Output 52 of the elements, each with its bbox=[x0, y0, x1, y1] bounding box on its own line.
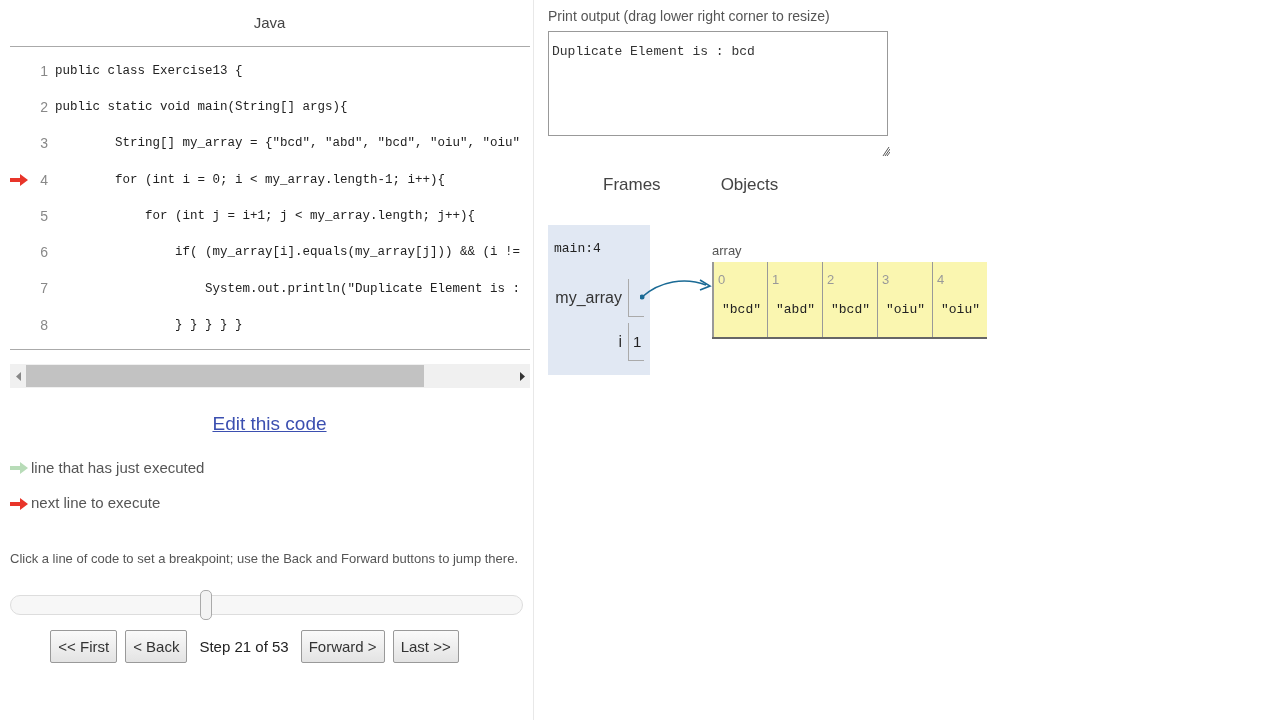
frames-heading: Frames bbox=[603, 174, 661, 196]
frame-name: main:4 bbox=[554, 239, 602, 258]
code-line[interactable]: for (int i = 0; i < my_array.length-1; i++){ bbox=[55, 170, 446, 190]
line-number: 6 bbox=[39, 243, 48, 263]
edit-code-link[interactable]: Edit this code bbox=[212, 410, 327, 439]
step-counter: Step 21 of 53 bbox=[198, 636, 290, 657]
variable-name: my_array bbox=[555, 288, 622, 308]
array-value: "oiu" bbox=[886, 300, 926, 319]
array-index: 2 bbox=[827, 271, 836, 289]
line-number: 5 bbox=[39, 206, 48, 226]
resize-handle-icon[interactable] bbox=[882, 146, 890, 156]
line-number: 2 bbox=[39, 97, 48, 117]
code-line[interactable]: public class Exercise13 { bbox=[55, 61, 243, 81]
step-slider[interactable] bbox=[10, 590, 523, 621]
variable-name: i bbox=[618, 332, 622, 352]
forward-button[interactable]: Forward > bbox=[300, 630, 385, 664]
legend-label: next line to execute bbox=[31, 493, 161, 514]
code-line[interactable]: } } } } } bbox=[55, 315, 243, 335]
line-number: 3 bbox=[39, 134, 48, 154]
array-index: 0 bbox=[718, 271, 727, 289]
legend-label: line that has just executed bbox=[31, 457, 205, 478]
code-line[interactable]: String[] my_array = {"bcd", "abd", "bcd", "oiu", "oiu" bbox=[55, 134, 521, 154]
array-value: "abd" bbox=[776, 300, 816, 319]
array-label: array bbox=[712, 241, 743, 260]
last-button[interactable]: Last >> bbox=[392, 630, 459, 664]
language-label: Java bbox=[253, 12, 286, 33]
array-index: 3 bbox=[882, 271, 891, 289]
line-number: 4 bbox=[39, 170, 48, 190]
code-line[interactable]: for (int j = i+1; j < my_array.length; j++){ bbox=[55, 206, 476, 226]
array-index: 1 bbox=[772, 271, 781, 289]
line-number: 7 bbox=[39, 279, 48, 299]
line-number: 1 bbox=[39, 61, 48, 81]
first-button[interactable]: << First bbox=[50, 630, 118, 664]
breakpoint-hint: Click a line of code to set a breakpoint; use the Back and Forward buttons to jump there. bbox=[10, 549, 519, 568]
print-output-box: Duplicate Element is : bcd bbox=[548, 31, 888, 136]
code-line[interactable]: public static void main(String[] args){ bbox=[55, 98, 348, 117]
output-label: Print output (drag lower right corner to resize) bbox=[548, 7, 831, 26]
array-value: "bcd" bbox=[722, 300, 762, 319]
scroll-left-icon[interactable] bbox=[15, 371, 21, 381]
slider-thumb[interactable] bbox=[200, 590, 213, 621]
line-number: 8 bbox=[39, 315, 48, 335]
code-line[interactable]: if( (my_array[i].equals(my_array[j])) && (i != bbox=[55, 243, 521, 262]
objects-heading: Objects bbox=[720, 174, 779, 196]
code-line[interactable]: System.out.println("Duplicate Element is : bbox=[55, 279, 521, 299]
scrollbar-thumb[interactable] bbox=[26, 365, 424, 388]
back-button[interactable]: < Back bbox=[125, 630, 188, 664]
horizontal-scrollbar[interactable] bbox=[10, 364, 530, 389]
scroll-right-icon[interactable] bbox=[519, 371, 525, 381]
variable-value: 1 bbox=[628, 323, 644, 361]
array-value: "oiu" bbox=[941, 300, 981, 319]
array-index: 4 bbox=[937, 271, 946, 289]
array-value: "bcd" bbox=[831, 300, 871, 319]
